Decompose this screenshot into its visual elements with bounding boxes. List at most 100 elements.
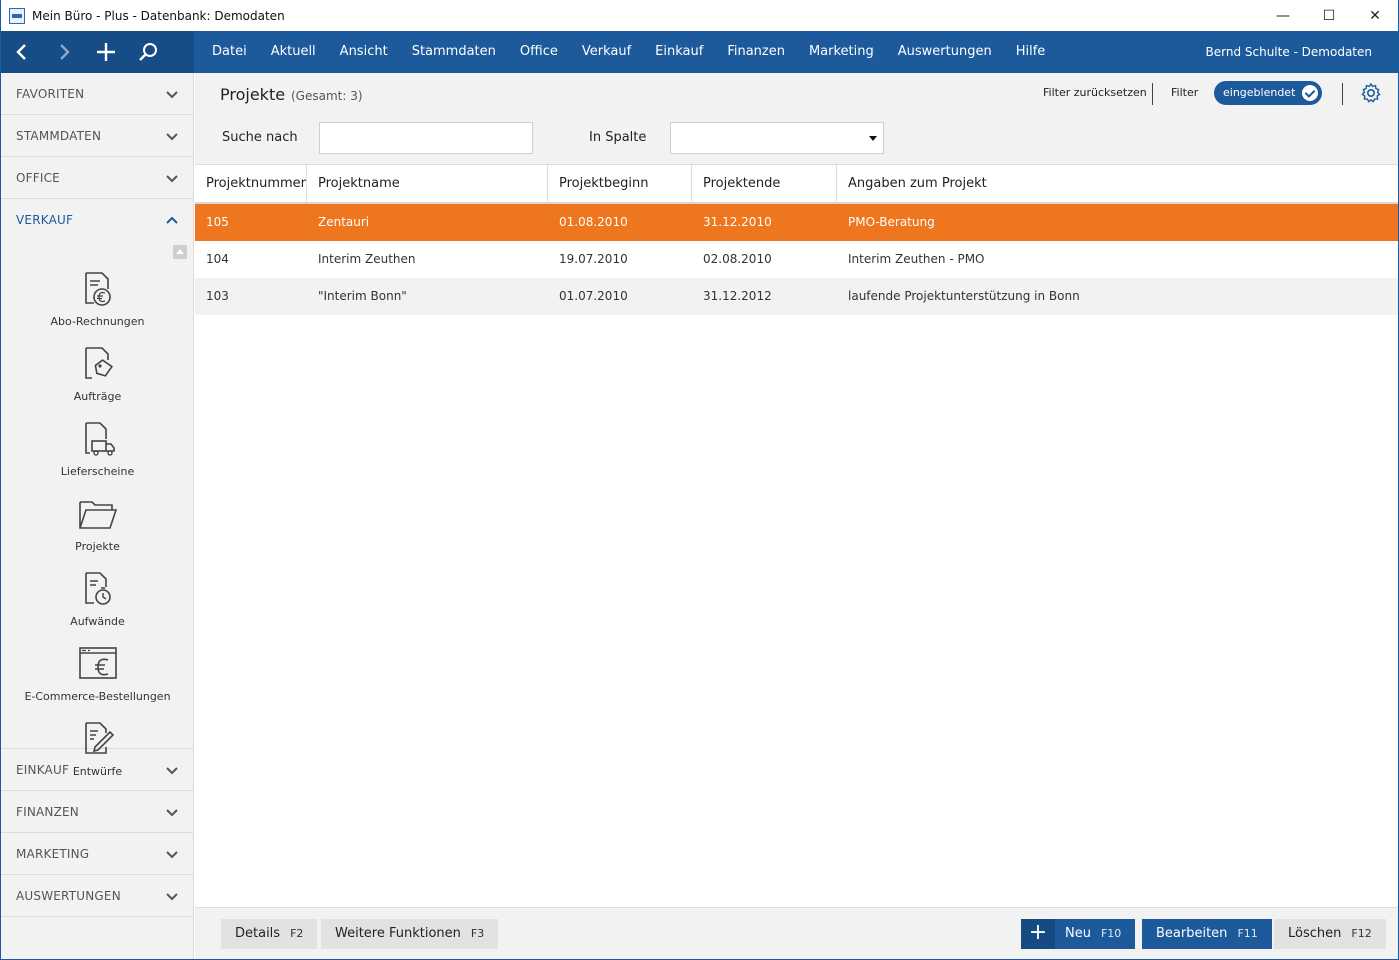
details-button[interactable]: Details F2 — [221, 919, 318, 949]
title-bar: Mein Büro - Plus - Datenbank: Demodaten … — [1, 0, 1398, 31]
search-button[interactable] — [127, 31, 169, 73]
window-title: Mein Büro - Plus - Datenbank: Demodaten — [32, 8, 285, 23]
record-count: (Gesamt: 3) — [291, 89, 363, 103]
sidebar-item-label: Projekte — [75, 540, 120, 553]
table-cell-projektnummer: 103 — [206, 289, 229, 303]
check-icon — [1302, 85, 1318, 101]
top-navigation: Datei Aktuell Ansicht Stammdaten Office Verka… — [1, 31, 1398, 73]
add-button[interactable] — [85, 31, 127, 73]
nav-toolbar — [1, 31, 194, 73]
table-cell-projektnummer: 104 — [206, 252, 229, 266]
table-row[interactable]: 104 Interim Zeuthen 19.07.2010 02.08.2010 In… — [195, 241, 1398, 278]
sidebar-item-auftraege[interactable]: Aufträge — [1, 344, 194, 403]
column-label: In Spalte — [589, 130, 647, 145]
sidebar-section-auswertungen[interactable]: AUSWERTUNGEN — [1, 875, 193, 917]
chevron-down-icon — [165, 129, 179, 143]
shortcut-label: F11 — [1237, 927, 1258, 940]
table-cell-angaben-zum-projekt: laufende Projektunterstützung in Bonn — [848, 289, 1080, 303]
menu-item-marketing[interactable]: Marketing — [797, 31, 886, 73]
menu-item-aktuell[interactable]: Aktuell — [259, 31, 328, 73]
sidebar-item-lieferscheine[interactable]: Lieferscheine — [1, 419, 194, 478]
sidebar-section-label: MARKETING — [16, 846, 90, 861]
action-bar: Details F2 Weitere Funktionen F3 + Neu F10 B… — [195, 907, 1398, 959]
table-row[interactable]: 103 "Interim Bonn" 01.07.2010 31.12.2012 lau… — [195, 278, 1398, 315]
chevron-down-icon — [165, 889, 179, 903]
search-icon — [139, 43, 157, 61]
sidebar-item-label: Abo-Rechnungen — [50, 315, 145, 328]
back-button[interactable] — [1, 31, 43, 73]
sidebar-section-label: AUSWERTUNGEN — [16, 888, 121, 903]
filter-reset-link[interactable]: Filter zurücksetzen — [1043, 86, 1147, 99]
new-button-label: Neu — [1065, 926, 1091, 941]
sidebar-section-stammdaten[interactable]: STAMMDATEN — [1, 115, 193, 157]
new-button[interactable]: + Neu F10 — [1021, 919, 1136, 949]
sidebar-item-label: Entwürfe — [72, 765, 123, 778]
user-label[interactable]: Bernd Schulte - Demodaten — [1206, 31, 1373, 73]
chevron-down-icon — [165, 763, 179, 777]
details-button-label: Details — [235, 926, 281, 941]
table-body: 105 Zentauri 01.08.2010 31.12.2010 PMO-Berat… — [195, 204, 1398, 315]
sidebar-item-projekte[interactable]: Projekte — [1, 494, 194, 553]
filter-toggle[interactable]: eingeblendet — [1214, 81, 1322, 105]
menu-item-office[interactable]: Office — [508, 31, 570, 73]
column-header-projektbeginn[interactable]: Projektbeginn — [548, 165, 692, 202]
search-label: Suche nach — [222, 130, 298, 145]
plus-icon: + — [1021, 919, 1055, 949]
table-cell-projektname: Zentauri — [318, 215, 370, 229]
sidebar-section-favoriten[interactable]: FAVORITEN — [1, 73, 193, 115]
table-row[interactable]: 105 Zentauri 01.08.2010 31.12.2010 PMO-Berat… — [195, 204, 1398, 241]
forward-arrow-icon — [60, 44, 70, 60]
sidebar-section-office[interactable]: OFFICE — [1, 157, 193, 199]
column-header-projektname[interactable]: Projektname — [307, 165, 548, 202]
sidebar-item-aufwaende[interactable]: Aufwände — [1, 569, 194, 628]
column-select[interactable] — [670, 122, 884, 154]
delete-button[interactable]: Löschen F12 — [1274, 919, 1386, 949]
table-cell-projektende: 31.12.2010 — [703, 215, 772, 229]
sidebar-section-label: STAMMDATEN — [16, 128, 102, 143]
sidebar-section-verkauf[interactable]: VERKAUF — [1, 199, 193, 241]
chevron-up-icon — [165, 213, 179, 227]
table-cell-projektende: 02.08.2010 — [703, 252, 772, 266]
app-window: Mein Büro - Plus - Datenbank: Demodaten … — [0, 0, 1399, 960]
column-header-angaben-zum-projekt[interactable]: Angaben zum Projekt — [837, 165, 1398, 202]
order-tag-icon — [84, 347, 113, 379]
menu-item-verkauf[interactable]: Verkauf — [570, 31, 643, 73]
menu-item-stammdaten[interactable]: Stammdaten — [400, 31, 508, 73]
table-header: Projektnummer Projektname Projektbeginn Pro… — [195, 165, 1398, 204]
sidebar-item-label: Lieferscheine — [60, 465, 135, 478]
sidebar-item-ecommerce[interactable]: E-Commerce-Bestellungen — [1, 644, 194, 703]
sidebar-section-finanzen[interactable]: FINANZEN — [1, 791, 193, 833]
sidebar-section-marketing[interactable]: MARKETING — [1, 833, 193, 875]
column-header-projektnummer[interactable]: Projektnummer — [195, 165, 307, 202]
scroll-up-button[interactable] — [173, 245, 187, 259]
menu-item-datei[interactable]: Datei — [200, 31, 259, 73]
chevron-down-icon — [165, 847, 179, 861]
table-cell-projektende: 31.12.2012 — [703, 289, 772, 303]
shortcut-label: F12 — [1351, 927, 1372, 940]
gear-icon[interactable] — [1360, 82, 1382, 104]
edit-button[interactable]: Bearbeiten F11 — [1142, 919, 1272, 949]
chevron-down-icon — [165, 171, 179, 185]
sidebar-item-abo-rechnungen[interactable]: Abo-Rechnungen — [1, 269, 194, 328]
minimize-button[interactable]: — — [1260, 0, 1306, 31]
forward-button[interactable] — [43, 31, 85, 73]
menu-item-einkauf[interactable]: Einkauf — [643, 31, 715, 73]
sidebar-section-label: FINANZEN — [16, 804, 79, 819]
draft-pen-icon — [84, 722, 114, 754]
chevron-down-icon — [165, 805, 179, 819]
sidebar-section-label: FAVORITEN — [16, 86, 85, 101]
maximize-button[interactable]: ☐ — [1306, 0, 1352, 31]
search-input[interactable] — [319, 122, 533, 154]
delivery-truck-icon — [84, 422, 115, 456]
app-logo-icon — [9, 7, 25, 24]
menu-item-finanzen[interactable]: Finanzen — [715, 31, 797, 73]
edit-button-label: Bearbeiten — [1156, 926, 1228, 941]
menu-item-auswertungen[interactable]: Auswertungen — [886, 31, 1004, 73]
column-header-projektende[interactable]: Projektende — [692, 165, 837, 202]
more-functions-button[interactable]: Weitere Funktionen F3 — [321, 919, 499, 949]
page-title: Projekte — [220, 85, 286, 104]
close-button[interactable]: ✕ — [1352, 0, 1398, 31]
menu-item-ansicht[interactable]: Ansicht — [328, 31, 400, 73]
menu-item-hilfe[interactable]: Hilfe — [1004, 31, 1058, 73]
sidebar-item-label: Aufwände — [70, 615, 125, 628]
